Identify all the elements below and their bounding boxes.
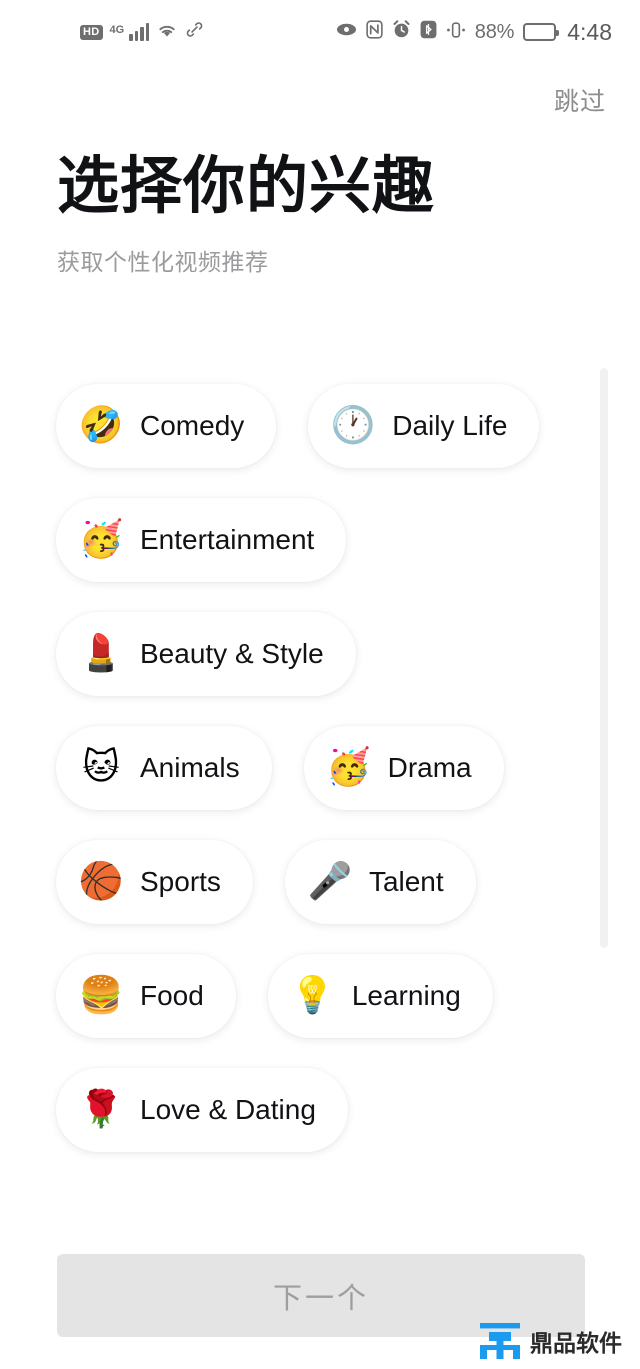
light-bulb-emoji: 💡 <box>290 975 336 1016</box>
status-bar-clock: 4:48 <box>567 18 612 45</box>
interest-chip[interactable]: 🥳 Drama <box>303 726 504 810</box>
page-title: 选择你的兴趣 <box>57 152 436 221</box>
interest-chip-label: Food <box>140 980 204 1011</box>
status-bar-right-group: 88% 4:48 <box>336 19 612 46</box>
dingpin-logo-icon <box>480 1323 520 1359</box>
rose-emoji: 🌹 <box>78 1089 124 1130</box>
network-type-label: 4G <box>109 24 125 36</box>
studio-microphone-emoji: 🎤 <box>307 861 353 902</box>
interest-chip[interactable]: 🏀 Sports <box>56 840 253 924</box>
interest-chip-label: Animals <box>140 752 240 783</box>
interest-chip[interactable]: 💡 Learning <box>267 954 493 1038</box>
basketball-emoji: 🏀 <box>78 861 124 902</box>
wifi-icon <box>156 21 178 44</box>
bottom-bar: 下一个 鼎品软件 <box>0 1221 640 1369</box>
interest-chip-label: Learning <box>351 980 461 1011</box>
interest-chips-list: 🤣 Comedy 🕐 Daily Life 🥳 Entertainment 💄 Beauty … <box>0 368 612 1182</box>
interest-chip[interactable]: 🥳 Entertainment <box>56 498 347 582</box>
lipstick-emoji: 💄 <box>78 633 124 674</box>
battery-icon <box>523 23 560 41</box>
skip-row: 跳过 <box>0 76 640 124</box>
vertical-scrollbar[interactable] <box>600 368 608 948</box>
signal-bars-icon <box>129 23 150 41</box>
rolling-on-floor-laughing-emoji: 🤣 <box>78 405 124 446</box>
link-icon <box>185 20 204 44</box>
interest-chip-label: Drama <box>387 752 472 783</box>
bluetooth-icon <box>420 20 437 44</box>
interest-chip[interactable]: 🌹 Love & Dating <box>56 1068 348 1152</box>
interest-chip-label: Sports <box>140 866 221 897</box>
cat-face-emoji: 🐱 <box>82 747 120 788</box>
alarm-clock-icon <box>392 20 411 44</box>
interest-chip[interactable]: 🐱 Animals <box>56 726 272 810</box>
interest-chip[interactable]: 🎤 Talent <box>284 840 476 924</box>
watermark-text: 鼎品软件 <box>530 1330 622 1356</box>
interest-chip[interactable]: 🤣 Comedy <box>56 384 277 468</box>
status-bar-left-group: HD 4G <box>80 20 204 44</box>
battery-percent-label: 88% <box>474 20 515 43</box>
vibrate-icon <box>446 21 466 44</box>
hd-icon: HD <box>80 24 103 40</box>
interest-chips-scroll-area[interactable]: 🤣 Comedy 🕐 Daily Life 🥳 Entertainment 💄 Beauty … <box>0 368 640 1230</box>
nfc-icon <box>366 20 383 44</box>
partying-face-emoji: 🥳 <box>78 519 124 560</box>
status-bar: HD 4G 88% 4:48 <box>0 0 640 64</box>
page-subtitle: 获取个性化视频推荐 <box>57 249 269 276</box>
interest-chip[interactable]: 💄 Beauty & Style <box>56 612 356 696</box>
watermark: 鼎品软件 <box>478 1321 622 1361</box>
interest-chip[interactable]: 🕐 Daily Life <box>308 384 540 468</box>
interest-chip-label: Talent <box>368 866 444 897</box>
interest-chip[interactable]: 🍔 Food <box>56 954 236 1038</box>
interest-chip-label: Beauty & Style <box>140 638 324 669</box>
interest-chip-label: Comedy <box>140 410 245 441</box>
interest-chip-label: Love & Dating <box>140 1094 316 1125</box>
interest-chip-label: Entertainment <box>140 524 315 555</box>
eye-icon <box>336 22 357 42</box>
skip-button[interactable]: 跳过 <box>554 82 606 118</box>
clock-emoji: 🕐 <box>330 405 376 446</box>
interest-chip-label: Daily Life <box>392 410 508 441</box>
partying-face-emoji: 🥳 <box>326 747 371 788</box>
hamburger-emoji: 🍔 <box>78 975 124 1016</box>
page-header: 选择你的兴趣 获取个性化视频推荐 <box>57 152 617 277</box>
